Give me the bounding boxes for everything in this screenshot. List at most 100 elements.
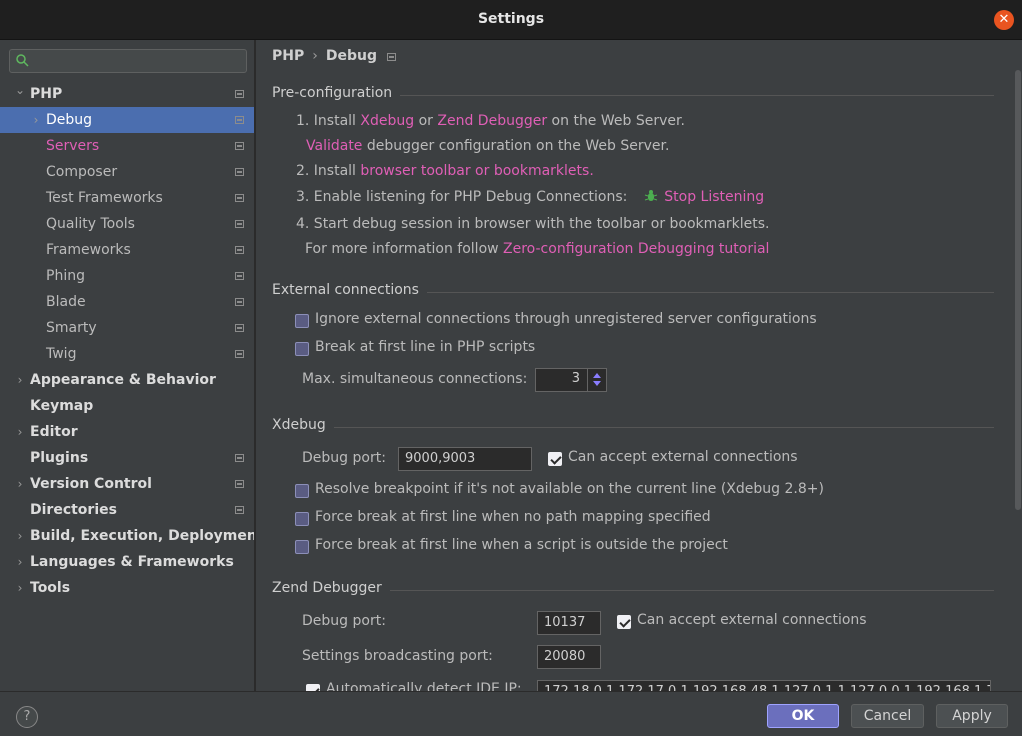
- xdebug-accept-label: Can accept external connections: [568, 449, 798, 465]
- sidebar-item-phing[interactable]: Phing: [0, 263, 254, 289]
- sidebar-item-build-execution-deployment[interactable]: › Build, Execution, Deployment: [0, 523, 254, 549]
- project-settings-icon: [235, 272, 244, 280]
- stop-listening-link[interactable]: Stop Listening: [664, 189, 764, 205]
- xdebug-port-label: Debug port:: [302, 450, 386, 466]
- sidebar-item-frameworks[interactable]: Frameworks: [0, 237, 254, 263]
- zend-accept-label: Can accept external connections: [637, 612, 867, 628]
- project-settings-icon: [235, 506, 244, 514]
- dialog-button-bar: ? OK Cancel Apply: [0, 691, 1022, 736]
- sidebar-item-editor[interactable]: › Editor: [0, 419, 254, 445]
- step2-text: 2. Install: [296, 163, 361, 179]
- section-title: Xdebug: [272, 417, 334, 433]
- debug-settings-panel: PHP › Debug Pre-configuration 1. Install X…: [256, 40, 1022, 691]
- outside-project-checkbox[interactable]: [295, 540, 309, 554]
- preconfig-step2: 2. Install browser toolbar or bookmarkle…: [296, 163, 594, 179]
- project-settings-icon: [235, 246, 244, 254]
- project-settings-icon: [235, 116, 244, 124]
- max-connections-spinner[interactable]: 3: [535, 368, 607, 392]
- chevron-down-icon[interactable]: ⌄: [14, 77, 26, 103]
- breadcrumb-current: Debug: [325, 48, 377, 64]
- tutorial-link[interactable]: Zero-configuration Debugging tutorial: [503, 241, 769, 257]
- chevron-right-icon[interactable]: ›: [14, 549, 26, 575]
- sidebar-item-appearance-behavior[interactable]: › Appearance & Behavior: [0, 367, 254, 393]
- scrollbar-thumb[interactable]: [1015, 70, 1021, 510]
- xdebug-port-input[interactable]: 9000,9003: [398, 447, 532, 471]
- or-text: or: [414, 113, 438, 129]
- validate-link[interactable]: Validate: [306, 138, 362, 154]
- zend-debugger-link[interactable]: Zend Debugger: [437, 113, 547, 129]
- sidebar-item-label: Smarty: [46, 320, 97, 336]
- zend-port-input[interactable]: 10137: [537, 611, 601, 635]
- preconfig-step3: 3. Enable listening for PHP Debug Connec…: [296, 189, 764, 205]
- no-path-mapping-checkbox[interactable]: [295, 512, 309, 526]
- ide-ip-input[interactable]: 172.18.0.1,172.17.0.1,192.168.48.1,127.0…: [537, 680, 991, 691]
- chevron-right-icon[interactable]: ›: [14, 523, 26, 549]
- sidebar-item-label: Plugins: [30, 450, 89, 466]
- apply-button[interactable]: Apply: [936, 704, 1008, 728]
- sidebar-item-php[interactable]: ⌄ PHP: [0, 81, 254, 107]
- sidebar-item-tools[interactable]: › Tools: [0, 575, 254, 601]
- search-input[interactable]: [9, 49, 247, 73]
- decrement-icon[interactable]: [593, 381, 601, 386]
- broadcast-port-input[interactable]: 20080: [537, 645, 601, 669]
- detect-ide-ip-checkbox[interactable]: [306, 684, 320, 691]
- external-connections-section: External connections: [272, 282, 994, 302]
- break-first-line-checkbox[interactable]: [295, 342, 309, 356]
- sidebar-item-keymap[interactable]: Keymap: [0, 393, 254, 419]
- sidebar-item-plugins[interactable]: Plugins: [0, 445, 254, 471]
- chevron-right-icon[interactable]: ›: [14, 367, 26, 393]
- browser-toolbar-link[interactable]: browser toolbar or bookmarklets.: [360, 163, 593, 179]
- sidebar-item-label: Twig: [46, 346, 77, 362]
- breadcrumb-parent[interactable]: PHP: [272, 48, 304, 64]
- breadcrumb-separator: ›: [312, 48, 318, 64]
- cancel-button[interactable]: Cancel: [851, 704, 924, 728]
- spinner-arrows[interactable]: [587, 369, 606, 391]
- increment-icon[interactable]: [593, 373, 601, 378]
- chevron-right-icon[interactable]: ›: [14, 419, 26, 445]
- vertical-scrollbar[interactable]: [1014, 70, 1022, 510]
- xdebug-accept-checkbox[interactable]: [548, 452, 562, 466]
- sidebar-item-test-frameworks[interactable]: Test Frameworks: [0, 185, 254, 211]
- separator: [272, 427, 994, 428]
- sidebar-item-languages-frameworks[interactable]: › Languages & Frameworks: [0, 549, 254, 575]
- zend-accept-checkbox[interactable]: [617, 615, 631, 629]
- sidebar-item-label: Frameworks: [46, 242, 131, 258]
- preconfig-step1: 1. Install Xdebug or Zend Debugger on th…: [296, 113, 685, 129]
- sidebar-item-smarty[interactable]: Smarty: [0, 315, 254, 341]
- sidebar-item-label: Debug: [46, 112, 93, 128]
- sidebar-item-composer[interactable]: Composer: [0, 159, 254, 185]
- sidebar-item-servers[interactable]: Servers: [0, 133, 254, 159]
- sidebar-item-label: Appearance & Behavior: [30, 372, 216, 388]
- sidebar-item-twig[interactable]: Twig: [0, 341, 254, 367]
- ignore-external-label: Ignore external connections through unre…: [315, 311, 817, 327]
- sidebar-item-blade[interactable]: Blade: [0, 289, 254, 315]
- project-settings-icon: [235, 142, 244, 150]
- project-settings-icon: [235, 298, 244, 306]
- project-settings-icon: [235, 220, 244, 228]
- project-settings-icon: [235, 454, 244, 462]
- close-icon[interactable]: ✕: [994, 10, 1014, 30]
- chevron-right-icon[interactable]: ›: [14, 575, 26, 601]
- zend-port-label: Debug port:: [302, 613, 386, 629]
- search-icon: [16, 54, 29, 67]
- chevron-right-icon[interactable]: ›: [30, 107, 42, 133]
- break-first-line-label: Break at first line in PHP scripts: [315, 339, 536, 355]
- chevron-right-icon[interactable]: ›: [14, 471, 26, 497]
- sidebar-item-label: Languages & Frameworks: [30, 554, 234, 570]
- sidebar-item-label: Servers: [46, 138, 100, 154]
- resolve-breakpoint-checkbox[interactable]: [295, 484, 309, 498]
- settings-tree: ⌄ PHP › Debug Servers Composer Test Frameworks…: [0, 81, 254, 601]
- project-settings-icon: [235, 194, 244, 202]
- help-button[interactable]: ?: [16, 706, 38, 728]
- sidebar-item-debug[interactable]: › Debug: [0, 107, 254, 133]
- ok-button[interactable]: OK: [767, 704, 839, 728]
- sidebar-item-quality-tools[interactable]: Quality Tools: [0, 211, 254, 237]
- project-settings-icon: [235, 168, 244, 176]
- sidebar-item-directories[interactable]: Directories: [0, 497, 254, 523]
- xdebug-link[interactable]: Xdebug: [360, 113, 414, 129]
- project-settings-icon: [387, 53, 396, 61]
- sidebar-item-version-control[interactable]: › Version Control: [0, 471, 254, 497]
- ignore-external-checkbox[interactable]: [295, 314, 309, 328]
- project-settings-icon: [235, 324, 244, 332]
- breadcrumb: PHP › Debug: [272, 48, 396, 64]
